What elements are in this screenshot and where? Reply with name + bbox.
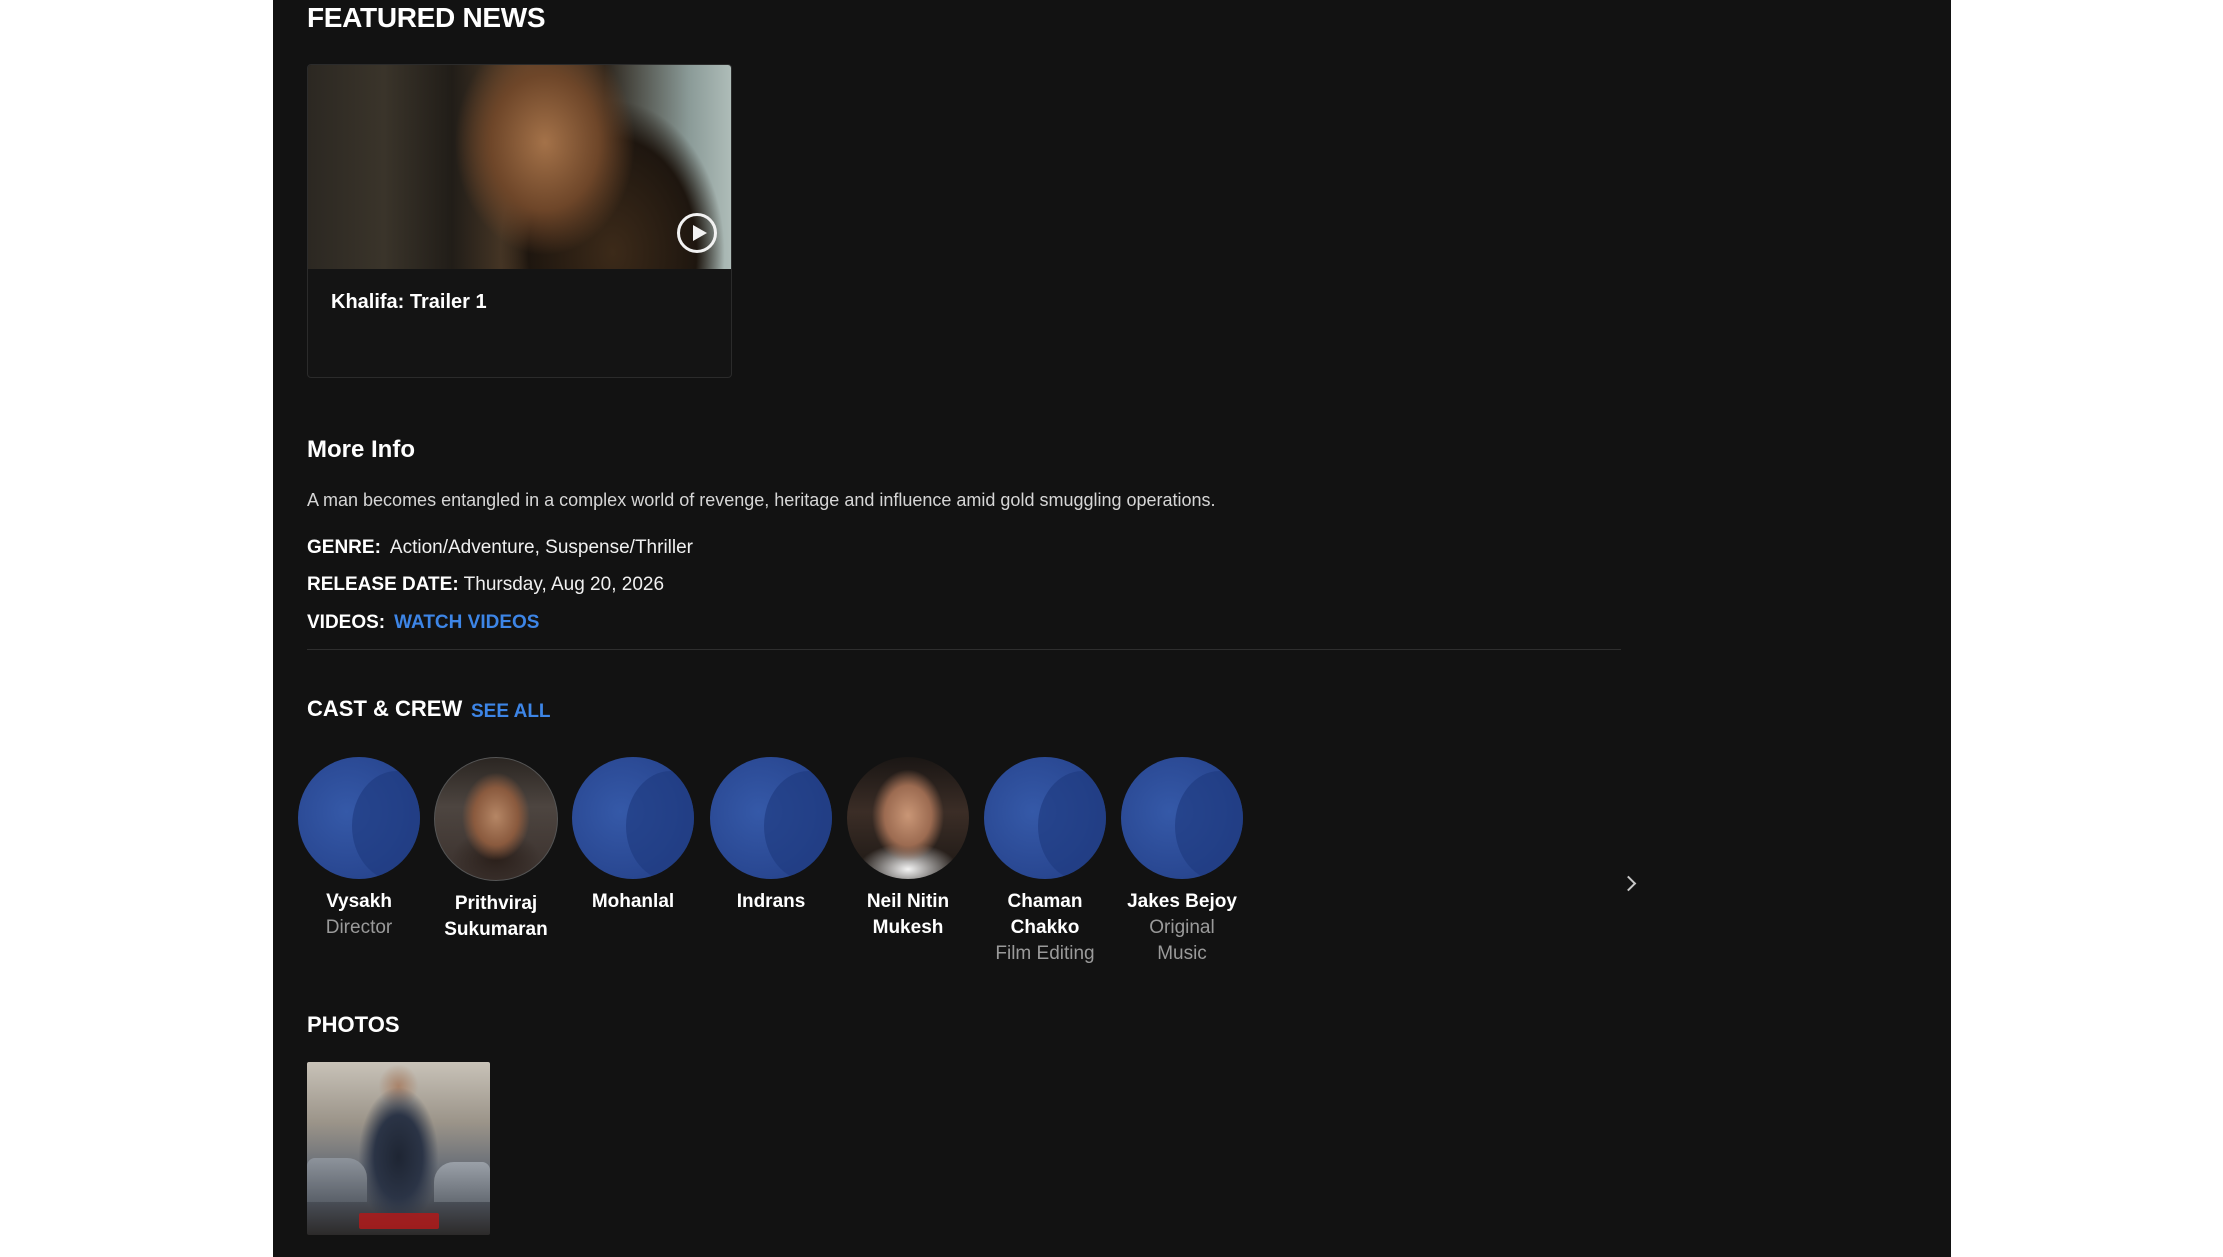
release-date-label: RELEASE DATE: [307, 574, 459, 595]
avatar-placeholder-icon[interactable] [572, 757, 694, 879]
photo-thumbnail[interactable] [307, 1062, 490, 1235]
videos-label: VIDEOS: [307, 612, 386, 633]
cast-member-neil-nitin-mukesh[interactable]: Neil Nitin Mukesh [838, 757, 978, 941]
avatar-placeholder-icon[interactable] [1121, 757, 1243, 879]
avatar-placeholder-icon[interactable] [710, 757, 832, 879]
watch-videos-link[interactable]: WATCH VIDEOS [394, 612, 539, 633]
cast-member-vysakh[interactable]: Vysakh Director [289, 757, 429, 941]
release-date-row: RELEASE DATE: Thursday, Aug 20, 2026 [307, 574, 664, 596]
photo-car-left [307, 1158, 367, 1202]
news-card-title[interactable]: Khalifa: Trailer 1 [331, 291, 487, 314]
cast-member-chaman-chakko[interactable]: Chaman Chakko Film Editing [975, 757, 1115, 967]
more-info-heading: More Info [307, 436, 415, 463]
cast-member-indrans[interactable]: Indrans [701, 757, 841, 915]
avatar-placeholder-icon[interactable] [984, 757, 1106, 879]
news-card[interactable]: Khalifa: Trailer 1 [307, 64, 732, 378]
cast-name[interactable]: Indrans [701, 889, 841, 915]
avatar[interactable] [434, 757, 558, 881]
genre-row: GENRE: Action/Adventure, Suspense/Thrille… [307, 537, 693, 559]
cast-name[interactable]: Vysakh [289, 889, 429, 915]
videos-row: VIDEOS: WATCH VIDEOS [307, 612, 539, 634]
cast-member-mohanlal[interactable]: Mohanlal [563, 757, 703, 915]
cast-role: Director [325, 917, 393, 938]
cast-name[interactable]: Mohanlal [563, 889, 703, 915]
photos-heading: PHOTOS [307, 1012, 400, 1037]
cast-name[interactable]: Jakes Bejoy [1112, 889, 1252, 915]
main-panel: FEATURED NEWS Khalifa: Trailer 1 More In… [273, 0, 1951, 1257]
see-all-link[interactable]: SEE ALL [471, 701, 551, 723]
synopsis-text: A man becomes entangled in a complex wor… [307, 490, 1216, 510]
photo-title-logo [359, 1213, 439, 1229]
avatar-placeholder-icon[interactable] [298, 757, 420, 879]
photo-car-right [434, 1162, 490, 1202]
genre-value: Action/Adventure, Suspense/Thriller [389, 537, 694, 558]
cast-role: Film Editing [995, 943, 1095, 964]
cast-member-jakes-bejoy[interactable]: Jakes Bejoy Original Music [1112, 757, 1252, 967]
release-date-value: Thursday, Aug 20, 2026 [463, 574, 665, 595]
cast-name[interactable]: Chaman Chakko [975, 889, 1115, 941]
cast-crew-heading: CAST & CREW [307, 696, 463, 721]
genre-label: GENRE: [307, 537, 381, 558]
cast-member-prithviraj[interactable]: Prithviraj Sukumaran [426, 757, 566, 943]
news-thumbnail[interactable] [308, 65, 731, 269]
featured-news-heading: FEATURED NEWS [307, 2, 546, 33]
cast-role: Original Music [1149, 917, 1215, 964]
avatar[interactable] [847, 757, 969, 879]
chevron-right-icon[interactable] [1620, 875, 1637, 892]
cast-name[interactable]: Prithviraj Sukumaran [426, 891, 566, 943]
section-divider [307, 649, 1621, 650]
cast-name[interactable]: Neil Nitin Mukesh [838, 889, 978, 941]
play-circle-icon[interactable] [677, 213, 717, 253]
